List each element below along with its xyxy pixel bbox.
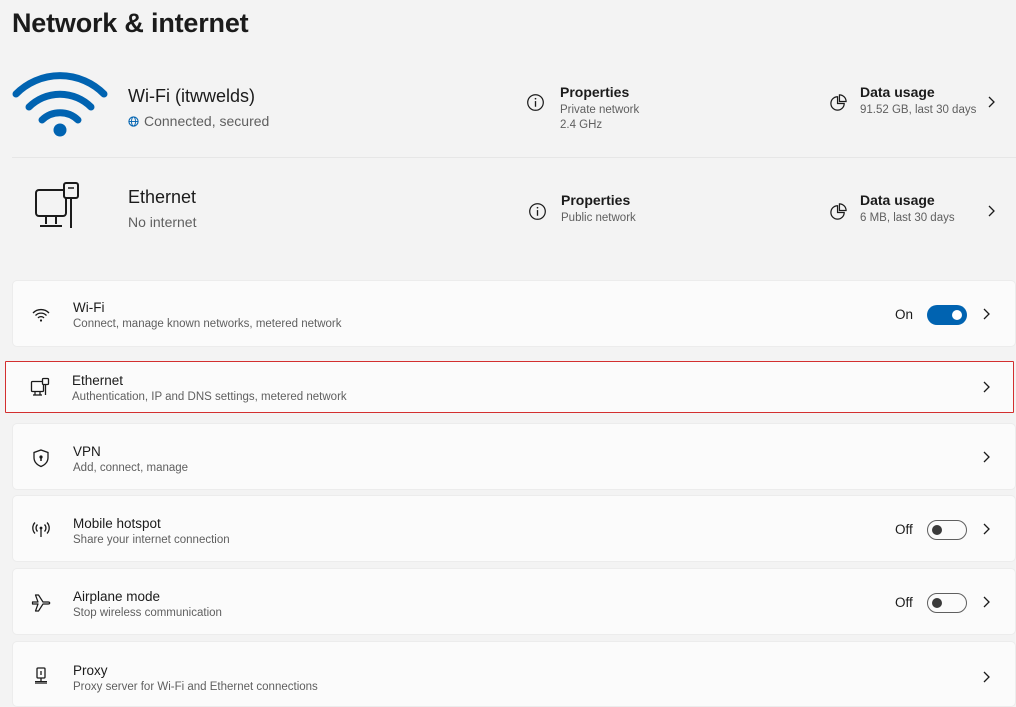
row-title: Ethernet xyxy=(72,373,124,388)
settings-row-vpn[interactable]: VPN Add, connect, manage xyxy=(12,423,1016,490)
row-title: Mobile hotspot xyxy=(73,516,161,531)
row-title: Proxy xyxy=(73,663,108,678)
ethernet-usage-value: 6 MB, last 30 days xyxy=(860,212,955,224)
shield-icon xyxy=(33,449,49,468)
chevron-right-icon[interactable] xyxy=(986,204,998,218)
wifi-band: 2.4 GHz xyxy=(560,119,603,131)
row-subtitle: Connect, manage known networks, metered … xyxy=(73,318,342,330)
chevron-right-icon[interactable] xyxy=(981,450,993,464)
airplane-toggle-label: Off xyxy=(895,595,913,610)
hotspot-toggle-label: Off xyxy=(895,522,913,537)
row-subtitle: Share your internet connection xyxy=(73,534,230,546)
row-title: Airplane mode xyxy=(73,589,161,604)
ethernet-connection-card: Ethernet No internet Properties Public n… xyxy=(12,160,1016,260)
row-subtitle: Add, connect, manage xyxy=(73,462,189,474)
info-icon xyxy=(529,203,546,220)
ethernet-properties-link[interactable]: Properties Public network xyxy=(561,192,636,226)
wifi-network-type: Private network xyxy=(560,104,640,116)
wifi-usage-value: 91.52 GB, last 30 days xyxy=(860,104,977,116)
chevron-right-icon[interactable] xyxy=(986,95,998,109)
proxy-icon xyxy=(35,667,47,684)
airplane-icon xyxy=(31,594,51,612)
ethernet-usage-title: Data usage xyxy=(860,192,935,208)
settings-row-ethernet[interactable]: Ethernet Authentication, IP and DNS sett… xyxy=(5,361,1014,413)
airplane-toggle[interactable] xyxy=(927,593,967,613)
wifi-connection-card: Wi-Fi (itwwelds) Connected, secured Prop… xyxy=(12,60,1016,158)
toggle-knob xyxy=(952,310,962,320)
settings-row-proxy[interactable]: Proxy Proxy server for Wi-Fi and Etherne… xyxy=(12,641,1016,707)
chevron-right-icon[interactable] xyxy=(981,380,993,394)
wifi-network-name: Wi-Fi (itwwelds) xyxy=(128,86,255,106)
wifi-status-text: Connected, secured xyxy=(144,113,270,129)
settings-row-airplane-mode[interactable]: Airplane mode Stop wireless communicatio… xyxy=(12,568,1016,635)
ethernet-properties-title: Properties xyxy=(561,192,631,208)
ethernet-name: Ethernet xyxy=(128,187,197,207)
chevron-right-icon[interactable] xyxy=(981,307,993,321)
ethernet-large-icon xyxy=(35,182,79,228)
row-subtitle: Proxy server for Wi-Fi and Ethernet conn… xyxy=(73,681,318,693)
wifi-data-usage-link[interactable]: Data usage 91.52 GB, last 30 days xyxy=(860,84,976,118)
wifi-status: Connected, secured xyxy=(128,113,269,129)
row-subtitle: Authentication, IP and DNS settings, met… xyxy=(72,391,347,403)
page-title: Network & internet xyxy=(12,8,249,38)
ethernet-data-usage-link[interactable]: Data usage 6 MB, last 30 days xyxy=(860,192,955,226)
wifi-toggle[interactable] xyxy=(927,305,967,325)
globe-icon xyxy=(128,115,139,127)
ethernet-status: No internet xyxy=(128,214,197,230)
toggle-knob xyxy=(932,525,942,535)
chevron-right-icon[interactable] xyxy=(981,670,993,684)
settings-row-mobile-hotspot[interactable]: Mobile hotspot Share your internet conne… xyxy=(12,495,1016,562)
ethernet-network-type: Public network xyxy=(561,212,636,224)
wifi-properties-title: Properties xyxy=(560,84,630,100)
chevron-right-icon[interactable] xyxy=(981,595,993,609)
settings-page: Network & internet Wi-Fi (itwwelds) Conn… xyxy=(0,0,1016,707)
toggle-knob xyxy=(932,598,942,608)
pie-chart-icon xyxy=(830,94,847,111)
wifi-usage-title: Data usage xyxy=(860,84,935,100)
pie-chart-icon xyxy=(830,203,847,220)
settings-row-wifi[interactable]: Wi-Fi Connect, manage known networks, me… xyxy=(12,280,1016,347)
wifi-large-icon xyxy=(12,72,108,137)
wifi-toggle-label: On xyxy=(895,307,914,322)
chevron-right-icon[interactable] xyxy=(981,522,993,536)
row-subtitle: Stop wireless communication xyxy=(73,607,222,619)
hotspot-toggle[interactable] xyxy=(927,520,967,540)
row-title: VPN xyxy=(73,444,101,459)
wifi-icon xyxy=(32,308,50,322)
hotspot-icon xyxy=(32,522,50,537)
ethernet-icon xyxy=(30,377,50,396)
info-icon xyxy=(527,94,544,111)
wifi-properties-link[interactable]: Properties Private network 2.4 GHz xyxy=(560,84,639,133)
row-title: Wi-Fi xyxy=(73,300,105,315)
